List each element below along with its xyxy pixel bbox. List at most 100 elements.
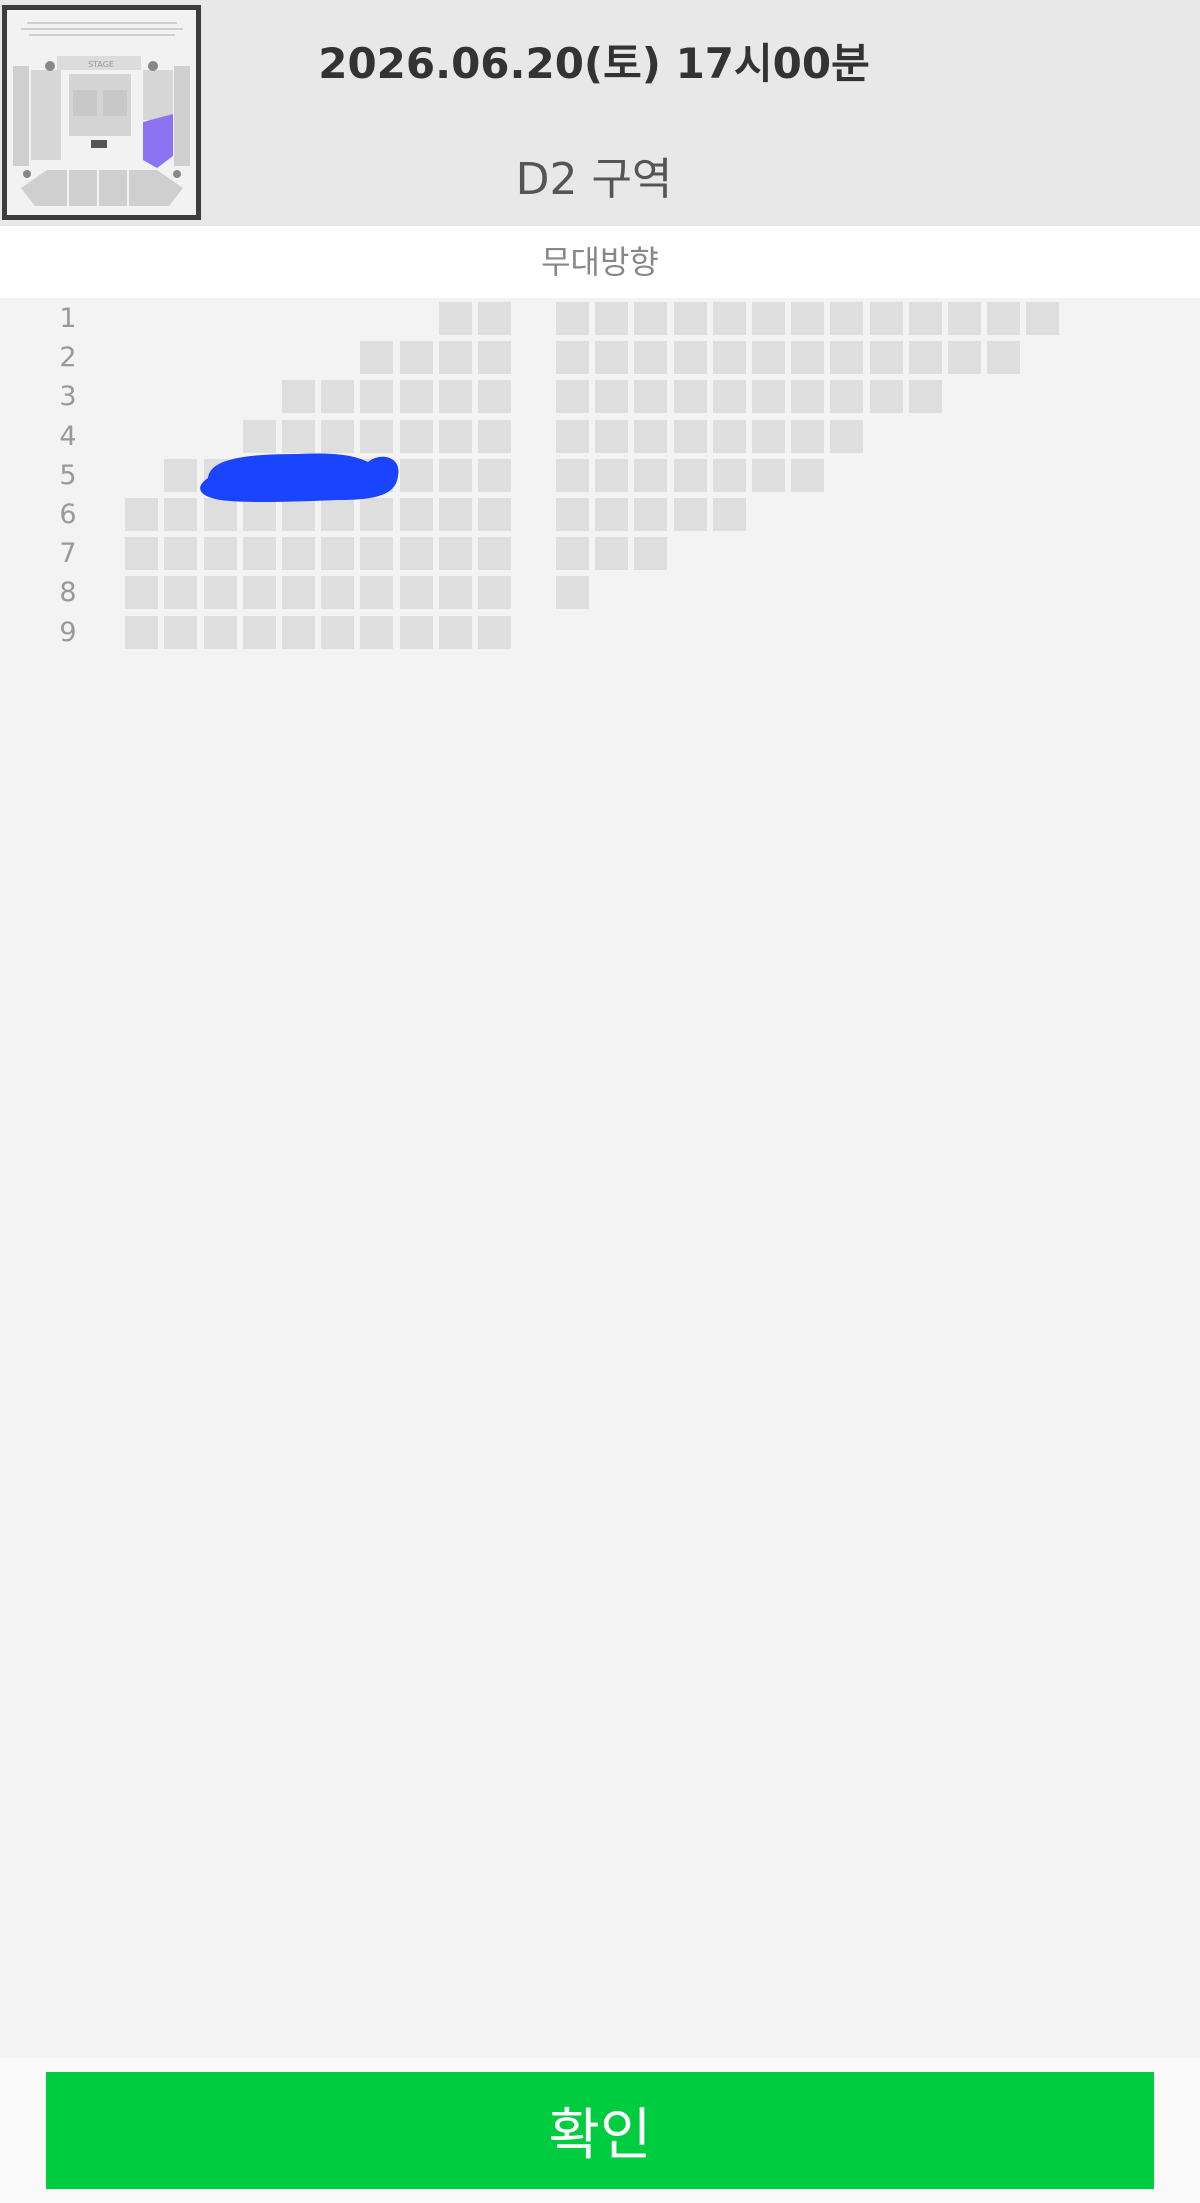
- seat[interactable]: [438, 458, 472, 492]
- seat[interactable]: [242, 615, 276, 649]
- seat[interactable]: [908, 341, 942, 375]
- seat[interactable]: [282, 615, 315, 649]
- seat[interactable]: [595, 380, 629, 414]
- seat[interactable]: [125, 498, 159, 531]
- seat[interactable]: [321, 537, 355, 571]
- seat[interactable]: [830, 341, 864, 375]
- seat[interactable]: [556, 576, 589, 610]
- seat[interactable]: [634, 498, 668, 531]
- seat[interactable]: [752, 302, 785, 335]
- seat[interactable]: [399, 537, 433, 571]
- seat[interactable]: [556, 380, 589, 414]
- seat[interactable]: [399, 419, 433, 453]
- seat[interactable]: [556, 537, 589, 571]
- seat[interactable]: [987, 341, 1021, 375]
- seat[interactable]: [438, 302, 472, 335]
- seat[interactable]: [712, 419, 746, 453]
- seat[interactable]: [556, 341, 589, 375]
- seat[interactable]: [712, 341, 746, 375]
- seat[interactable]: [164, 576, 198, 610]
- seat[interactable]: [203, 576, 237, 610]
- seat[interactable]: [360, 576, 394, 610]
- seat[interactable]: [399, 380, 433, 414]
- seat[interactable]: [360, 615, 394, 649]
- seat[interactable]: [438, 537, 472, 571]
- seat[interactable]: [595, 498, 629, 531]
- seat[interactable]: [634, 458, 668, 492]
- seat[interactable]: [1026, 302, 1060, 335]
- seat[interactable]: [712, 302, 746, 335]
- seat[interactable]: [203, 615, 237, 649]
- seat[interactable]: [478, 419, 511, 453]
- seat[interactable]: [634, 419, 668, 453]
- seat[interactable]: [791, 458, 825, 492]
- seat[interactable]: [438, 380, 472, 414]
- seat[interactable]: [987, 302, 1021, 335]
- seat[interactable]: [673, 458, 707, 492]
- seat[interactable]: [948, 341, 981, 375]
- seat[interactable]: [830, 419, 864, 453]
- seat[interactable]: [478, 458, 511, 492]
- seat[interactable]: [399, 341, 433, 375]
- seat[interactable]: [282, 576, 315, 610]
- seat[interactable]: [478, 498, 511, 531]
- seat[interactable]: [556, 458, 589, 492]
- seat[interactable]: [399, 498, 433, 531]
- seat[interactable]: [752, 341, 785, 375]
- seat[interactable]: [203, 537, 237, 571]
- seat[interactable]: [830, 380, 864, 414]
- seat[interactable]: [595, 419, 629, 453]
- seat[interactable]: [673, 419, 707, 453]
- seat[interactable]: [321, 576, 355, 610]
- seat[interactable]: [791, 419, 825, 453]
- seat[interactable]: [869, 302, 903, 335]
- seat[interactable]: [634, 341, 668, 375]
- seat[interactable]: [242, 537, 276, 571]
- seat[interactable]: [478, 380, 511, 414]
- seat[interactable]: [399, 458, 433, 492]
- seat[interactable]: [164, 615, 198, 649]
- seat[interactable]: [752, 380, 785, 414]
- seat[interactable]: [478, 576, 511, 610]
- seat[interactable]: [830, 302, 864, 335]
- seat[interactable]: [673, 302, 707, 335]
- confirm-button[interactable]: 확인: [46, 2072, 1154, 2189]
- seat[interactable]: [752, 419, 785, 453]
- seat[interactable]: [712, 380, 746, 414]
- seat[interactable]: [438, 419, 472, 453]
- seat[interactable]: [712, 458, 746, 492]
- seat[interactable]: [282, 537, 315, 571]
- seat[interactable]: [360, 380, 394, 414]
- seat[interactable]: [791, 380, 825, 414]
- seat[interactable]: [438, 341, 472, 375]
- seat[interactable]: [478, 615, 511, 649]
- seat[interactable]: [399, 615, 433, 649]
- seat[interactable]: [634, 302, 668, 335]
- seat[interactable]: [595, 458, 629, 492]
- seat[interactable]: [908, 302, 942, 335]
- seat[interactable]: [595, 341, 629, 375]
- seat[interactable]: [438, 615, 472, 649]
- seat[interactable]: [673, 341, 707, 375]
- seat[interactable]: [242, 576, 276, 610]
- seat[interactable]: [438, 498, 472, 531]
- seat[interactable]: [673, 498, 707, 531]
- seat[interactable]: [399, 576, 433, 610]
- seat[interactable]: [634, 380, 668, 414]
- seat[interactable]: [478, 341, 511, 375]
- seat[interactable]: [438, 576, 472, 610]
- seat[interactable]: [556, 498, 589, 531]
- seat[interactable]: [125, 576, 159, 610]
- seat[interactable]: [125, 537, 159, 571]
- seat[interactable]: [869, 380, 903, 414]
- seat[interactable]: [321, 380, 355, 414]
- seat[interactable]: [791, 302, 825, 335]
- seat[interactable]: [948, 302, 981, 335]
- seat[interactable]: [360, 537, 394, 571]
- seat[interactable]: [595, 302, 629, 335]
- seat[interactable]: [634, 537, 668, 571]
- seat[interactable]: [360, 341, 394, 375]
- seat[interactable]: [282, 380, 315, 414]
- seat[interactable]: [125, 615, 159, 649]
- seat[interactable]: [712, 498, 746, 531]
